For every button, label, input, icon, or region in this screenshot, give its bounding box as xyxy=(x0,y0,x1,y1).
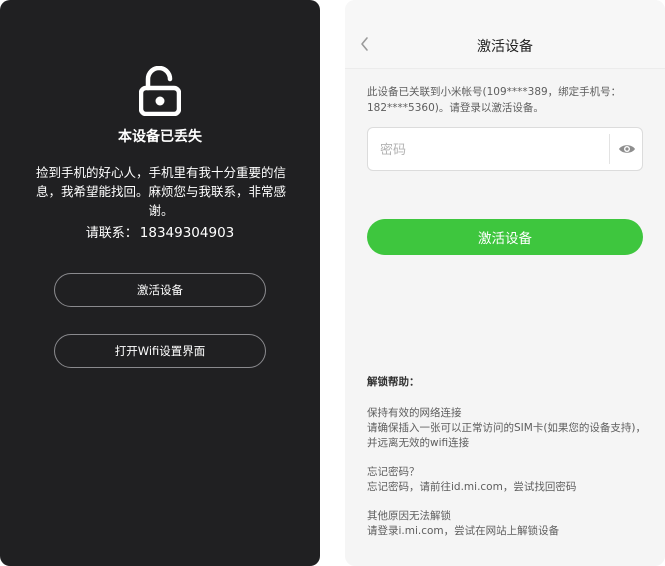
help-heading: 忘记密码？ xyxy=(367,466,420,478)
unlock-help: 解锁帮助： 保持有效的网络连接 请确保插入一张可以正常访问的SIM卡(如果您的设… xyxy=(367,375,652,553)
help-section-network: 保持有效的网络连接 请确保插入一张可以正常访问的SIM卡(如果您的设备支持)，并… xyxy=(367,406,652,451)
help-body: 请登录i.mi.com，尝试在网站上解锁设备 xyxy=(367,525,560,537)
activate-device-submit-button[interactable]: 激活设备 xyxy=(367,219,643,255)
lost-message: 捡到手机的好心人，手机里有我十分重要的信息，我希望能找回。麻烦您与我联系，非常感… xyxy=(36,165,287,218)
help-heading: 其他原因无法解锁 xyxy=(367,510,451,522)
open-wifi-settings-button[interactable]: 打开Wifi设置界面 xyxy=(54,334,266,368)
unlocked-padlock-icon xyxy=(139,66,181,116)
contact-line: 请联系： 18349304903 xyxy=(0,222,320,241)
activate-device-button[interactable]: 激活设备 xyxy=(54,273,266,307)
password-input[interactable] xyxy=(378,138,602,162)
password-field[interactable] xyxy=(367,127,643,171)
device-info-text: 此设备已关联到小米帐号(109****389，绑定手机号：182****5360… xyxy=(367,86,622,114)
divider xyxy=(609,134,610,164)
lost-title: 本设备已丢失 xyxy=(118,129,202,145)
help-body: 请确保插入一张可以正常访问的SIM卡(如果您的设备支持)，并远离无效的wifi连… xyxy=(367,422,647,449)
help-body: 忘记密码，请前往id.mi.com，尝试找回密码 xyxy=(367,481,577,493)
contact-label: 请联系： xyxy=(85,226,138,241)
lost-device-screen: 本设备已丢失 捡到手机的好心人，手机里有我十分重要的信息，我希望能找回。麻烦您与… xyxy=(0,0,320,566)
help-title: 解锁帮助： xyxy=(367,376,420,388)
contact-phone: 18349304903 xyxy=(139,225,235,241)
top-bar: 激活设备 xyxy=(345,0,665,69)
help-heading: 保持有效的网络连接 xyxy=(367,407,462,419)
help-section-forgot-password: 忘记密码？ 忘记密码，请前往id.mi.com，尝试找回密码 xyxy=(367,465,652,495)
eye-icon[interactable] xyxy=(618,142,636,156)
page-title: 激活设备 xyxy=(477,39,533,55)
help-section-other: 其他原因无法解锁 请登录i.mi.com，尝试在网站上解锁设备 xyxy=(367,509,652,539)
activate-device-screen: 激活设备 此设备已关联到小米帐号(109****389，绑定手机号：182***… xyxy=(345,0,665,566)
